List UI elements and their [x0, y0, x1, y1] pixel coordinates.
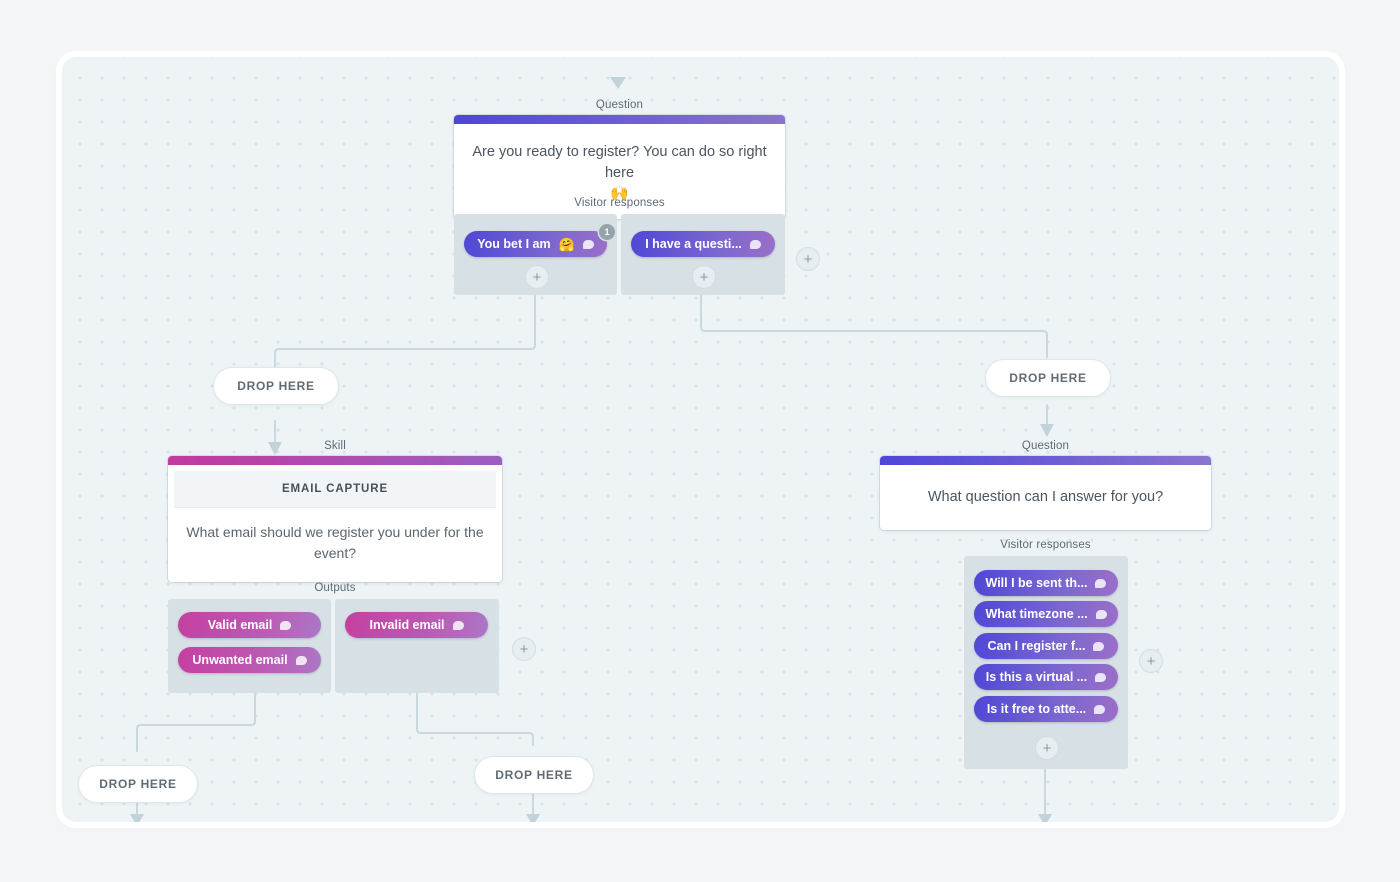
response-chip-you-bet-i-am[interactable]: You bet I am 🤗 1: [464, 231, 607, 257]
drop-zone-bottom-left[interactable]: DROP HERE: [78, 765, 198, 803]
skill-prompt-text: What email should we register you under …: [168, 508, 502, 582]
wire-outputs1-to-drop: [137, 693, 255, 751]
response-chip-label: Is it free to atte...: [987, 702, 1086, 716]
response-chip-is-it-free[interactable]: Is it free to atte...: [974, 696, 1118, 722]
hugging-face-emoji-icon: 🤗: [559, 238, 575, 251]
wire-resp2-to-drop-right: [701, 295, 1047, 357]
node-skill-email-capture[interactable]: Skill EMAIL CAPTURE What email should we…: [168, 440, 502, 582]
chat-bubble-icon: [1094, 705, 1105, 714]
chat-bubble-icon: [453, 621, 464, 630]
response-chip-label: Will I be sent th...: [986, 576, 1088, 590]
incoming-arrowhead: [610, 77, 626, 89]
node-second-question[interactable]: Question What question can I answer for …: [880, 440, 1211, 530]
chat-bubble-icon: [750, 240, 761, 249]
response-group-question-2[interactable]: Will I be sent th... What timezone ... C…: [964, 556, 1128, 769]
chat-bubble-icon: [280, 621, 291, 630]
response-chip-what-timezone[interactable]: What timezone ...: [974, 601, 1118, 627]
response-chip-label: You bet I am: [477, 237, 550, 251]
visitor-responses-caption: Visitor responses: [454, 197, 785, 209]
outputs-caption: Outputs: [168, 582, 502, 594]
arrowhead-question2-down: [1038, 814, 1052, 822]
output-chip-label: Invalid email: [369, 618, 444, 632]
second-question-accent-bar: [880, 456, 1211, 465]
add-response-group-button[interactable]: +: [796, 247, 820, 271]
flow-builder-screen: Question Are you ready to register? You …: [0, 0, 1400, 882]
output-group-2[interactable]: Invalid email: [335, 599, 499, 693]
arrowhead-bottom-left: [130, 814, 144, 822]
flow-canvas[interactable]: Question Are you ready to register? You …: [62, 57, 1339, 822]
add-response-button-question2[interactable]: +: [1035, 736, 1059, 760]
response-chip-label: Can I register f...: [988, 639, 1086, 653]
response-group-2[interactable]: I have a questi... +: [621, 214, 785, 295]
node-caption-question-2: Question: [880, 440, 1211, 452]
response-chip-i-have-a-question[interactable]: I have a questi...: [631, 231, 775, 257]
response-chip-label: I have a questi...: [645, 237, 742, 251]
wire-outputs2-to-drop: [417, 693, 533, 745]
response-chip-will-i-be-sent[interactable]: Will I be sent th...: [974, 570, 1118, 596]
output-group-1[interactable]: Valid email Unwanted email: [168, 599, 331, 693]
response-chip-can-i-register[interactable]: Can I register f...: [974, 633, 1118, 659]
output-chip-unwanted-email[interactable]: Unwanted email: [178, 647, 321, 673]
output-chip-valid-email[interactable]: Valid email: [178, 612, 321, 638]
chat-bubble-icon: [296, 656, 307, 665]
question-card-accent-bar: [454, 115, 785, 124]
visitor-responses-caption-2: Visitor responses: [880, 539, 1211, 551]
chat-bubble-icon: [1093, 642, 1104, 651]
chat-bubble-icon: [583, 240, 594, 249]
add-response-group-button-question2[interactable]: +: [1139, 649, 1163, 673]
response-count-badge: 1: [599, 224, 615, 240]
add-response-button-group1[interactable]: +: [525, 265, 549, 289]
question-text: Are you ready to register? You can do so…: [472, 144, 766, 181]
drop-zone-label: DROP HERE: [99, 777, 176, 791]
drop-zone-bottom-mid[interactable]: DROP HERE: [474, 756, 594, 794]
chat-bubble-icon: [1095, 579, 1106, 588]
skill-card[interactable]: EMAIL CAPTURE What email should we regis…: [168, 456, 502, 582]
node-caption-question: Question: [454, 99, 785, 111]
skill-card-accent-bar: [168, 456, 502, 465]
chat-bubble-icon: [1096, 610, 1107, 619]
response-chip-label: What timezone ...: [985, 607, 1087, 621]
output-chip-label: Valid email: [208, 618, 273, 632]
response-group-1[interactable]: You bet I am 🤗 1 +: [454, 214, 617, 295]
arrowhead-bottom-mid: [526, 814, 540, 822]
second-question-text: What question can I answer for you?: [880, 465, 1211, 530]
output-chip-invalid-email[interactable]: Invalid email: [345, 612, 488, 638]
skill-type-label: EMAIL CAPTURE: [174, 471, 496, 508]
wire-resp1-to-drop-left: [275, 295, 535, 373]
drop-zone-label: DROP HERE: [495, 768, 572, 782]
drop-zone-right-top[interactable]: DROP HERE: [985, 359, 1111, 397]
drop-zone-left-top[interactable]: DROP HERE: [213, 367, 339, 405]
add-response-button-group2[interactable]: +: [692, 265, 716, 289]
drop-zone-label: DROP HERE: [1009, 371, 1086, 385]
node-caption-skill: Skill: [168, 440, 502, 452]
response-chip-is-this-a-virtual[interactable]: Is this a virtual ...: [974, 664, 1118, 690]
chat-bubble-icon: [1095, 673, 1106, 682]
drop-zone-label: DROP HERE: [237, 379, 314, 393]
add-output-group-button[interactable]: +: [512, 637, 536, 661]
output-chip-label: Unwanted email: [192, 653, 287, 667]
arrowhead-question2: [1040, 424, 1054, 437]
second-question-card[interactable]: What question can I answer for you?: [880, 456, 1211, 530]
response-chip-label: Is this a virtual ...: [986, 670, 1087, 684]
